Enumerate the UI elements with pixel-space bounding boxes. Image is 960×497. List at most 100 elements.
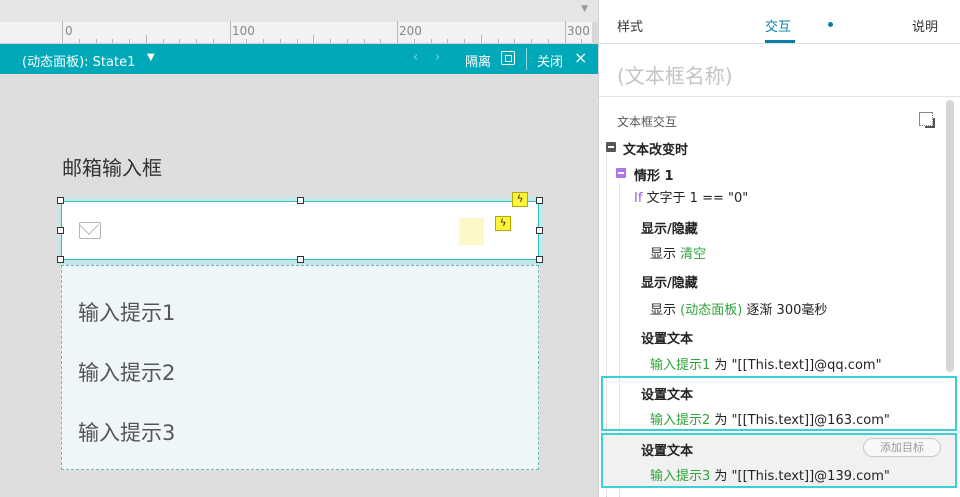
ruler-tick [246, 39, 248, 43]
ruler-tick [430, 39, 432, 43]
ruler-tick [497, 39, 499, 43]
tab-notes[interactable]: 说明 [912, 16, 938, 35]
event-title[interactable]: 文本改变时 [623, 139, 688, 158]
tab-style[interactable]: 样式 [617, 16, 643, 35]
ruler-mark: 100 [232, 24, 255, 38]
suggestion-dropdown-panel[interactable]: 输入提示1 输入提示2 输入提示3 [61, 265, 539, 470]
active-tab-indicator [765, 40, 795, 43]
case-condition[interactable]: If 文字于 1 == "0" [634, 187, 748, 206]
ruler-tick [397, 21, 398, 43]
ruler-tick [464, 39, 465, 43]
widget-name-field[interactable]: (文本框名称) [617, 60, 733, 89]
action-verb: 显示 [650, 247, 681, 262]
resize-handle[interactable] [297, 197, 304, 204]
horizontal-ruler: ▼ 0 100 200 300 [0, 0, 598, 44]
divider [599, 96, 960, 97]
action-rest: 为 "[[This.text]]@qq.com" [710, 358, 882, 373]
action-title[interactable]: 显示/隐藏 [641, 218, 698, 237]
close-button[interactable]: 关闭 [537, 51, 563, 70]
ruler-tick [162, 39, 164, 43]
ruler-tick [346, 39, 348, 43]
active-dot-icon [828, 22, 833, 27]
action-detail[interactable]: 显示 清空 [650, 243, 706, 262]
ruler-mark: 300 [567, 24, 590, 38]
ruler-tick [279, 39, 281, 43]
ruler-tick [380, 39, 382, 43]
isolate-button[interactable]: 隔离 [465, 51, 491, 70]
resize-handle[interactable] [536, 197, 543, 204]
suggestion-item[interactable]: 输入提示3 [78, 417, 175, 447]
action-title[interactable]: 设置文本 [641, 440, 693, 459]
resize-handle[interactable] [536, 227, 543, 234]
isolate-icon[interactable] [501, 51, 515, 65]
ruler-tick [62, 21, 63, 43]
resize-handle[interactable] [57, 256, 64, 263]
action-title[interactable]: 设置文本 [641, 328, 693, 347]
ruler-tick [480, 35, 482, 43]
ruler-tick [363, 39, 365, 43]
action-detail[interactable]: 显示 (动态面板) 逐渐 300毫秒 [650, 299, 827, 318]
ruler-tick [564, 21, 566, 43]
action-target: 输入提示3 [650, 469, 711, 484]
resize-handle[interactable] [57, 227, 64, 234]
add-target-button[interactable]: 添加目标 [863, 438, 941, 457]
canvas-area[interactable]: ▼ 0 100 200 300 (动态面板): State1 ▼ ‹ › 隔离 … [0, 0, 598, 497]
resize-handle[interactable] [57, 197, 64, 204]
select-target-icon[interactable] [919, 112, 933, 126]
collapse-icon[interactable] [606, 142, 616, 152]
resize-handle[interactable] [536, 256, 543, 263]
action-rest: 逐渐 300毫秒 [742, 303, 828, 318]
ruler-tick [447, 39, 449, 43]
resize-handle[interactable] [297, 256, 304, 263]
chevron-left-icon[interactable]: ‹ [413, 50, 418, 65]
caret-down-icon[interactable]: ▼ [147, 52, 155, 63]
ruler-tick [196, 39, 197, 43]
interaction-bolt-icon[interactable]: ϟ [495, 216, 511, 231]
condition-text: 文字于 1 == "0" [642, 191, 749, 206]
suggestion-item[interactable]: 输入提示1 [78, 297, 175, 327]
close-icon[interactable]: × [574, 48, 587, 67]
collapse-icon[interactable] [616, 168, 626, 178]
scrollbar[interactable] [946, 100, 954, 372]
ruler-strip: 0 100 200 300 [0, 21, 598, 44]
ruler-tick [179, 39, 181, 43]
ruler-mark: 200 [399, 24, 422, 38]
ruler-tick [547, 39, 549, 43]
ruler-tick [413, 39, 415, 43]
case-title[interactable]: 情形 1 [634, 165, 674, 184]
email-input-widget[interactable]: ϟ [61, 201, 539, 260]
section-title: 文本框交互 [617, 115, 678, 129]
interaction-bolt-icon[interactable]: ϟ [512, 192, 528, 207]
action-title[interactable]: 设置文本 [641, 384, 693, 403]
action-detail[interactable]: 输入提示3 为 "[[This.text]]@139.com" [650, 465, 890, 484]
dynamic-panel-bar: (动态面板): State1 ▼ ‹ › 隔离 关闭 × [0, 44, 598, 74]
chevron-right-icon[interactable]: › [435, 50, 440, 65]
ruler-tick [112, 39, 114, 43]
ruler-tick [78, 39, 80, 43]
clear-widget[interactable] [459, 218, 484, 245]
action-target: 清空 [680, 247, 707, 262]
ruler-mark: 0 [65, 24, 73, 38]
mail-icon [79, 222, 101, 239]
action-rest: 为 "[[This.text]]@163.com" [710, 413, 890, 428]
action-target: (动态面板) [680, 303, 743, 318]
action-detail[interactable]: 输入提示1 为 "[[This.text]]@qq.com" [650, 354, 882, 373]
panel-state-selector[interactable]: (动态面板): State1 [22, 51, 135, 70]
widget-label[interactable]: 邮箱输入框 [62, 152, 162, 181]
ruler-tick [129, 39, 130, 43]
divider [526, 48, 527, 70]
ruler-tick [581, 39, 583, 43]
ruler-dropdown-icon[interactable]: ▼ [581, 4, 588, 14]
ruler-tick [514, 39, 516, 43]
suggestion-item[interactable]: 输入提示2 [78, 357, 175, 387]
action-rest: 为 "[[This.text]]@139.com" [710, 469, 890, 484]
ruler-tick [263, 39, 264, 43]
ruler-tick [212, 39, 214, 43]
tab-interaction[interactable]: 交互 [765, 16, 791, 35]
ruler-tick [330, 39, 331, 43]
ruler-tick [95, 39, 97, 43]
ruler-tick [229, 21, 231, 43]
action-detail[interactable]: 输入提示2 为 "[[This.text]]@163.com" [650, 409, 890, 428]
action-title[interactable]: 显示/隐藏 [641, 272, 698, 291]
ruler-tick [145, 35, 147, 43]
